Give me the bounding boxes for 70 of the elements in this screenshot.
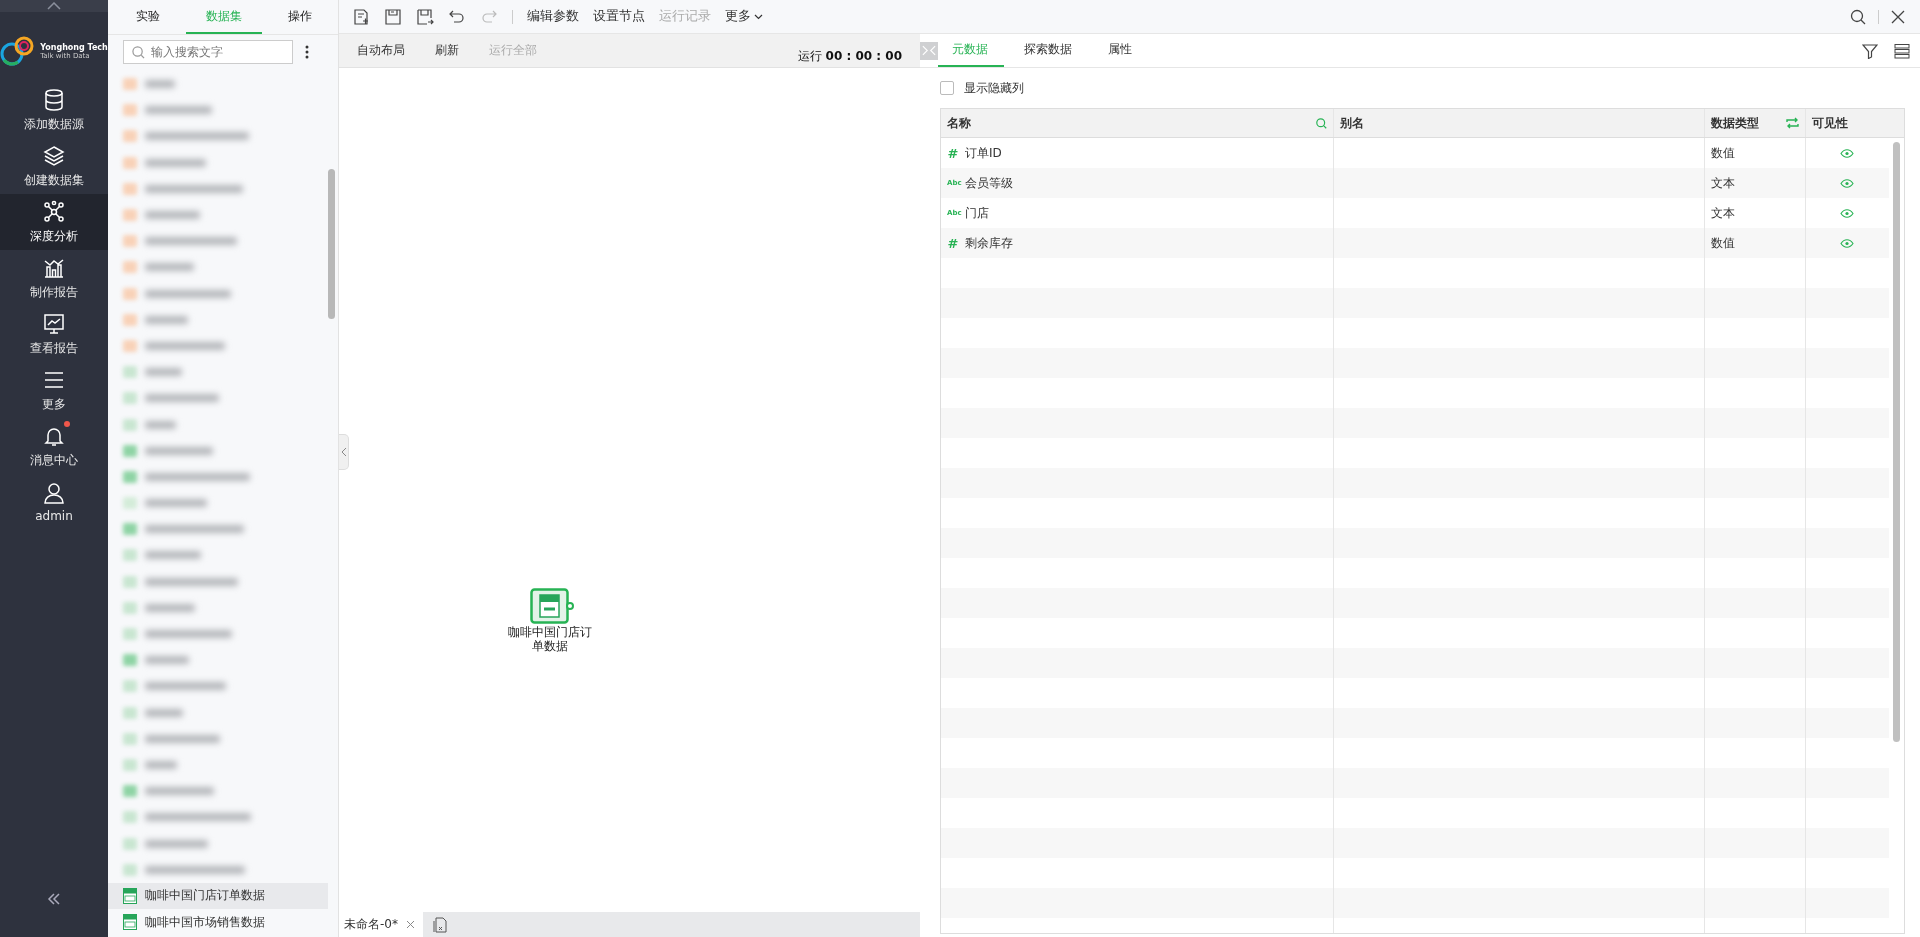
layers-icon [42,143,66,168]
new-file-icon[interactable] [352,7,370,26]
search-field[interactable]: 输入搜索文字 [123,40,293,64]
scrollbar[interactable] [328,169,335,319]
collapse-handle[interactable] [339,434,349,470]
swap-icon[interactable] [1786,117,1799,129]
table-cell: 数值 [1711,234,1735,252]
table-cell: 文本 [1711,174,1735,192]
nav-item[interactable]: 更多 [0,362,108,418]
table-cell: 订单ID [965,144,1002,162]
list-item[interactable]: 咖啡中国市场销售数据 [108,909,328,936]
table-cell: 剩余库存 [965,234,1013,252]
nav-item[interactable]: 深度分析 [0,194,108,250]
table-cell: 门店 [965,204,989,222]
panel-tab[interactable]: 属性 [1088,34,1148,67]
table-cell: 会员等级 [965,174,1013,192]
filter-icon[interactable] [1862,42,1878,59]
eye-icon[interactable] [1839,178,1854,188]
toolbar-button[interactable]: 设置节点 [593,8,645,25]
monitor-icon [42,311,66,336]
nav-item[interactable]: 制作报告 [0,250,108,306]
column-header: 名称 [947,114,971,132]
checkbox-label: 显示隐藏列 [964,79,1024,97]
network-icon [42,199,66,224]
save-icon[interactable] [384,7,402,26]
chevron-up-icon[interactable] [47,2,61,10]
column-header: 别名 [1340,114,1364,132]
eye-icon[interactable] [1839,148,1854,158]
user-icon [42,481,66,505]
column-header: 数据类型 [1711,114,1759,132]
node-label: 咖啡中国门店订单数据 [507,625,593,654]
logo-name: Yonghong Tech [40,42,108,52]
save-as-icon[interactable] [416,7,434,26]
number-type-icon: # [947,235,959,251]
collapse-button[interactable] [920,41,938,60]
nav-item[interactable]: 创建数据集 [0,138,108,194]
sql-file-icon [123,887,137,904]
sql-file-icon [123,914,137,931]
more-options-icon[interactable] [305,45,309,59]
scrollbar[interactable] [1893,142,1900,742]
nav-item[interactable]: 查看报告 [0,306,108,362]
search-icon[interactable] [1850,8,1866,25]
more-menu-button[interactable]: 更多 [725,8,763,25]
nav-item[interactable]: admin [0,474,108,530]
canvas-button[interactable]: 自动布局 [357,42,405,59]
sql-node-icon[interactable] [530,588,574,624]
column-header: 可见性 [1812,114,1848,132]
document-tab[interactable]: 未命名-0* [339,912,423,937]
caret-icon [754,13,763,20]
eye-icon[interactable] [1839,238,1854,248]
panel-tab[interactable]: 实验 [110,0,186,34]
search-icon [132,46,145,59]
panel-tab[interactable]: 探索数据 [1004,34,1088,67]
table-cell: 文本 [1711,204,1735,222]
table-cell: 数值 [1711,144,1735,162]
nav-item[interactable]: 添加数据源 [0,82,108,138]
database-icon [42,87,66,112]
canvas-button[interactable]: 刷新 [435,42,459,59]
checkbox[interactable] [940,81,954,95]
toolbar-button[interactable]: 编辑参数 [527,8,579,25]
list-item[interactable]: 咖啡中国门店订单数据 [108,882,328,909]
eye-icon[interactable] [1839,208,1854,218]
list-view-icon[interactable] [1894,42,1910,59]
close-icon[interactable] [1891,9,1905,24]
file-icon[interactable] [432,916,447,933]
number-type-icon: # [947,145,959,161]
nav-item[interactable]: 消息中心 [0,418,108,474]
run-timer: 运行 00 : 00 : 00 [797,48,902,65]
panel-tab[interactable]: 操作 [262,0,338,34]
collapse-icon[interactable] [47,893,61,905]
